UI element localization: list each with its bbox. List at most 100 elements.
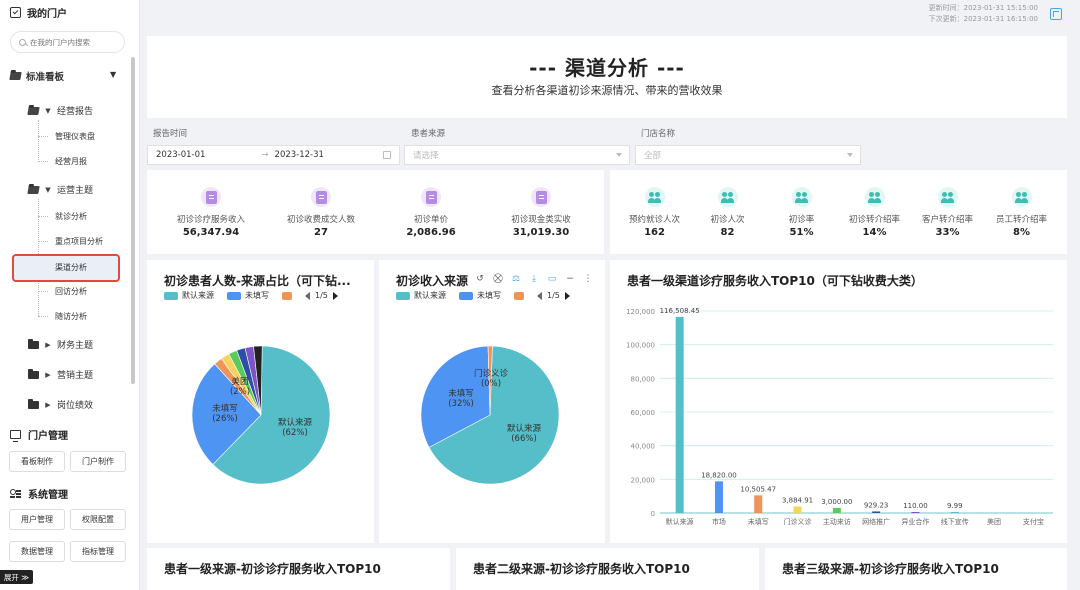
kpi-icon-wrap: [791, 187, 812, 207]
portal-make-button[interactable]: 门户制作: [70, 451, 126, 472]
kpi-value: 51%: [789, 227, 814, 238]
kpi-icon-wrap: [937, 187, 958, 207]
sidebar-item-follow-up[interactable]: 随访分析: [55, 311, 87, 322]
bar[interactable]: [911, 512, 920, 513]
x-tick-label: 门诊义诊: [784, 517, 812, 526]
x-tick-label: 未填写: [748, 517, 769, 526]
fullscreen-icon[interactable]: [1050, 8, 1062, 20]
board-label: 标准看板: [26, 72, 65, 83]
sidebar-scrollbar[interactable]: [131, 57, 135, 384]
slice-label: (32%): [448, 399, 474, 409]
y-tick-label: 40,000: [631, 443, 656, 451]
user-mgmt-button[interactable]: 用户管理: [9, 509, 65, 530]
sidebar-board[interactable]: 标准看板: [9, 69, 65, 83]
sidebar-item-monthly-report[interactable]: 经营月报: [55, 156, 87, 167]
tree-tick: [38, 241, 48, 242]
kpi-value: 27: [314, 227, 328, 238]
bar[interactable]: [950, 512, 959, 513]
slice-label: (26%): [212, 414, 238, 424]
people-icon: [647, 191, 662, 203]
kpi-label: 初诊诊疗服务收入: [176, 215, 245, 225]
y-tick-label: 60,000: [631, 409, 656, 417]
store-value: 全部: [644, 151, 662, 161]
sidebar-group-business-report[interactable]: ▼ 经营报告: [27, 104, 93, 117]
slice-label: (2%): [230, 387, 250, 397]
kpi-card-revenue: 初诊诊疗服务收入 56,347.94 初诊收费成交人数 27 初诊单价 2,08…: [147, 170, 604, 254]
update-time: 更新时间：2023-01-31 15:15:00: [928, 4, 1038, 12]
sidebar-group-performance[interactable]: ▶ 岗位绩效: [28, 398, 93, 411]
people-icon: [720, 191, 735, 203]
kpi-value: 33%: [935, 227, 960, 238]
bar[interactable]: [754, 495, 763, 513]
metric-mgmt-button[interactable]: 指标管理: [70, 541, 126, 562]
bottom-title: 患者一级来源-初诊诊疗服务收入TOP10: [164, 562, 381, 576]
kpi-icon-wrap: [311, 187, 331, 207]
x-tick-label: 网络推广: [862, 517, 890, 526]
sidebar-item-dashboard[interactable]: 管理仪表盘: [55, 131, 95, 142]
expand-button[interactable]: 展开 ≫: [0, 570, 33, 584]
store-select[interactable]: 全部: [635, 145, 861, 165]
y-tick-label: 120,000: [626, 308, 655, 316]
bar[interactable]: [675, 316, 684, 513]
portal-title: 我的门户: [27, 9, 67, 20]
kpi-item: 员工转介绍率 8%: [985, 170, 1058, 254]
sidebar-item-visit-analysis[interactable]: 就诊分析: [55, 211, 87, 222]
kpi-value: 82: [720, 227, 735, 238]
board-caret-down-icon[interactable]: ▼: [110, 70, 116, 79]
kpi-value: 31,019.30: [512, 227, 570, 238]
kpi-label: 初诊转介绍率: [848, 215, 900, 225]
document-icon: [425, 190, 437, 204]
kpi-value: 2,086.96: [406, 227, 456, 238]
bar[interactable]: [872, 511, 881, 513]
tree-tick: [38, 216, 48, 217]
document-icon: [535, 190, 547, 204]
sys-mgmt-title: 系统管理: [10, 486, 68, 501]
kpi-icon-wrap: [421, 187, 441, 207]
slice-label: 未填写: [448, 388, 474, 399]
kpi-card-visits: 预约就诊人次 162 初诊人次 82 初诊率 51% 初诊转介绍率 14% 客户…: [610, 170, 1067, 254]
kpi-value: 14%: [862, 227, 887, 238]
data-mgmt-button[interactable]: 数据管理: [9, 541, 65, 562]
source-select[interactable]: 请选择: [404, 145, 630, 165]
bottom-title: 患者三级来源-初诊诊疗服务收入TOP10: [782, 562, 999, 576]
kpi-value: 8%: [1013, 227, 1030, 238]
date-range-picker[interactable]: 2023-01-01 → 2023-12-31: [147, 145, 400, 165]
portal-search[interactable]: [10, 31, 125, 53]
group-label: 营销主题: [57, 371, 94, 381]
bar-value-label: 18,820.00: [701, 471, 737, 479]
kpi-label: 初诊率: [788, 215, 815, 225]
bar[interactable]: [832, 507, 841, 513]
sidebar-item-return-visit[interactable]: 回访分析: [55, 286, 87, 297]
portal-check-icon: [10, 7, 21, 18]
next-update-time: 下次更新：2023-01-31 16:15:00: [928, 15, 1038, 23]
group-label: 财务主题: [57, 341, 94, 351]
page-subtitle: 查看分析各渠道初诊来源情况、带来的营收效果: [491, 84, 723, 97]
board-make-button[interactable]: 看板制作: [9, 451, 65, 472]
my-portal-header[interactable]: 我的门户: [10, 5, 67, 20]
kpi-item: 初诊率 51%: [765, 170, 838, 254]
bottom-card-level3: 患者三级来源-初诊诊疗服务收入TOP10: [765, 548, 1067, 590]
sidebar-group-marketing[interactable]: ▶ 营销主题: [28, 368, 93, 381]
slice-label: (62%): [282, 428, 308, 438]
kpi-value: 162: [644, 227, 665, 238]
portal-search-input[interactable]: [30, 37, 120, 47]
kpi-item: 客户转介绍率 33%: [911, 170, 984, 254]
y-tick-label: 80,000: [631, 375, 656, 383]
tree-tick: [38, 161, 48, 162]
report-time-label: 报告时间: [153, 129, 188, 139]
bottom-title: 患者二级来源-初诊诊疗服务收入TOP10: [473, 562, 690, 576]
bar[interactable]: [793, 506, 802, 513]
monitor-icon: [10, 430, 21, 442]
bar[interactable]: [714, 481, 723, 513]
kpi-item: 初诊人次 82: [691, 170, 764, 254]
caret-right-icon: ▶: [45, 370, 51, 379]
sidebar-item-key-project[interactable]: 重点项目分析: [55, 236, 103, 247]
sidebar-group-operations[interactable]: ▼ 运营主题: [27, 183, 93, 196]
x-tick-label: 美团: [987, 517, 1001, 526]
permission-config-button[interactable]: 权限配置: [70, 509, 126, 530]
kpi-icon-wrap: [864, 187, 885, 207]
update-info: 更新时间：2023-01-31 15:15:00 下次更新：2023-01-31…: [929, 3, 1038, 25]
sidebar-group-finance[interactable]: ▶ 财务主题: [28, 338, 93, 351]
kpi-label: 员工转介绍率: [995, 215, 1047, 225]
sidebar-item-channel-analysis[interactable]: 渠道分析: [55, 262, 87, 273]
